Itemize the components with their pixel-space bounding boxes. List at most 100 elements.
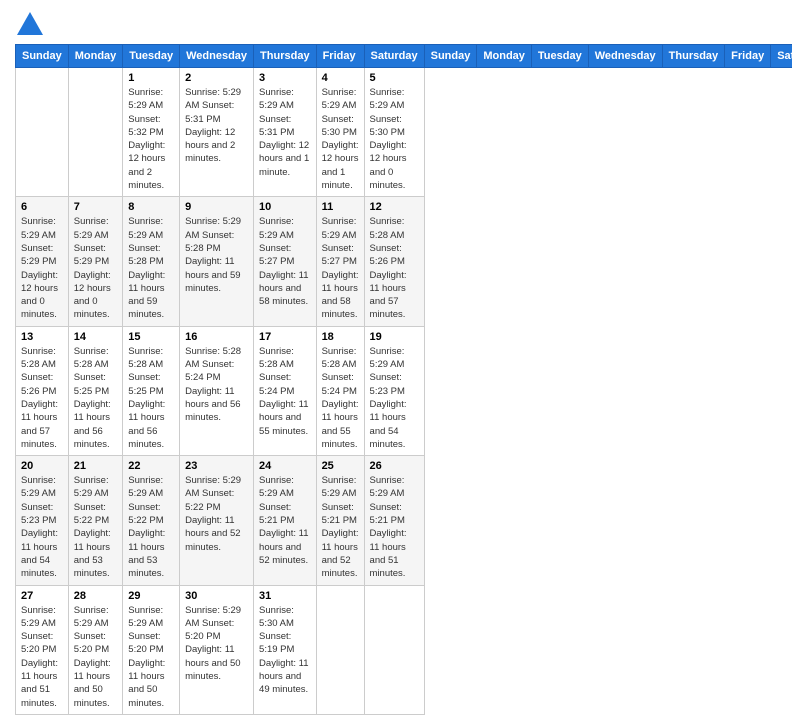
day-info: Sunrise: 5:29 AM Sunset: 5:22 PM Dayligh… xyxy=(128,474,174,580)
calendar-cell: 26 Sunrise: 5:29 AM Sunset: 5:21 PM Dayli… xyxy=(364,456,424,585)
day-info: Sunrise: 5:29 AM Sunset: 5:30 PM Dayligh… xyxy=(322,86,359,192)
calendar-cell: 24 Sunrise: 5:29 AM Sunset: 5:21 PM Dayli… xyxy=(254,456,317,585)
day-info: Sunrise: 5:28 AM Sunset: 5:25 PM Dayligh… xyxy=(128,345,174,451)
day-info: Sunrise: 5:29 AM Sunset: 5:27 PM Dayligh… xyxy=(259,215,311,308)
day-number: 7 xyxy=(74,201,118,213)
calendar-cell: 25Sunrise: 5:29 AM Sunset: 5:21 PM Dayli… xyxy=(316,456,364,585)
header-saturday: Saturday xyxy=(364,45,424,68)
header-wednesday: Wednesday xyxy=(180,45,254,68)
day-number: 19 xyxy=(370,331,419,343)
logo-icon xyxy=(15,10,45,40)
week-row-3: 13 Sunrise: 5:28 AM Sunset: 5:26 PM Dayli… xyxy=(16,326,792,455)
day-number: 24 xyxy=(259,460,311,472)
header-thursday: Thursday xyxy=(254,45,317,68)
day-number: 8 xyxy=(128,201,174,213)
calendar-cell xyxy=(364,585,424,714)
day-info: Sunrise: 5:29 AM Sunset: 5:20 PM Dayligh… xyxy=(74,604,118,710)
calendar-cell: 4Sunrise: 5:29 AM Sunset: 5:30 PM Daylig… xyxy=(316,68,364,197)
day-number: 25 xyxy=(322,460,359,472)
day-number: 30 xyxy=(185,590,248,602)
col-header-sunday: Sunday xyxy=(424,45,477,68)
calendar-cell: 16 Sunrise: 5:28 AM Sunset: 5:24 PM Dayli… xyxy=(180,326,254,455)
day-info: Sunrise: 5:29 AM Sunset: 5:30 PM Dayligh… xyxy=(370,86,419,192)
day-number: 12 xyxy=(370,201,419,213)
day-info: Sunrise: 5:29 AM Sunset: 5:31 PM Dayligh… xyxy=(259,86,311,179)
calendar-cell: 28 Sunrise: 5:29 AM Sunset: 5:20 PM Dayli… xyxy=(68,585,123,714)
day-number: 28 xyxy=(74,590,118,602)
calendar-cell: 27 Sunrise: 5:29 AM Sunset: 5:20 PM Dayli… xyxy=(16,585,69,714)
calendar-cell: 15Sunrise: 5:28 AM Sunset: 5:25 PM Dayli… xyxy=(123,326,180,455)
day-info: Sunrise: 5:29 AM Sunset: 5:23 PM Dayligh… xyxy=(370,345,419,451)
day-number: 9 xyxy=(185,201,248,213)
day-info: Sunrise: 5:29 AM Sunset: 5:21 PM Dayligh… xyxy=(370,474,419,580)
calendar-cell: 10 Sunrise: 5:29 AM Sunset: 5:27 PM Dayli… xyxy=(254,197,317,326)
day-info: Sunrise: 5:29 AM Sunset: 5:29 PM Dayligh… xyxy=(74,215,118,321)
day-info: Sunrise: 5:28 AM Sunset: 5:24 PM Dayligh… xyxy=(259,345,311,438)
col-header-wednesday: Wednesday xyxy=(588,45,662,68)
day-info: Sunrise: 5:28 AM Sunset: 5:24 PM Dayligh… xyxy=(185,345,248,425)
day-number: 11 xyxy=(322,201,359,213)
calendar-header-row: SundayMondayTuesdayWednesdayThursdayFrid… xyxy=(16,45,792,68)
day-number: 14 xyxy=(74,331,118,343)
calendar-cell xyxy=(16,68,69,197)
day-number: 31 xyxy=(259,590,311,602)
calendar-cell: 8 Sunrise: 5:29 AM Sunset: 5:28 PM Daylig… xyxy=(123,197,180,326)
day-number: 10 xyxy=(259,201,311,213)
calendar-cell: 12Sunrise: 5:28 AM Sunset: 5:26 PM Dayli… xyxy=(364,197,424,326)
col-header-thursday: Thursday xyxy=(662,45,725,68)
calendar-cell: 11 Sunrise: 5:29 AM Sunset: 5:27 PM Dayli… xyxy=(316,197,364,326)
header-sunday: Sunday xyxy=(16,45,69,68)
day-number: 18 xyxy=(322,331,359,343)
day-info: Sunrise: 5:29 AM Sunset: 5:22 PM Dayligh… xyxy=(185,474,248,554)
day-info: Sunrise: 5:28 AM Sunset: 5:26 PM Dayligh… xyxy=(21,345,63,451)
calendar-cell: 31 Sunrise: 5:30 AM Sunset: 5:19 PM Dayli… xyxy=(254,585,317,714)
calendar-cell: 1 Sunrise: 5:29 AM Sunset: 5:32 PM Daylig… xyxy=(123,68,180,197)
calendar-cell: 6Sunrise: 5:29 AM Sunset: 5:29 PM Daylig… xyxy=(16,197,69,326)
day-info: Sunrise: 5:29 AM Sunset: 5:28 PM Dayligh… xyxy=(128,215,174,321)
day-info: Sunrise: 5:29 AM Sunset: 5:20 PM Dayligh… xyxy=(21,604,63,710)
day-info: Sunrise: 5:29 AM Sunset: 5:20 PM Dayligh… xyxy=(185,604,248,684)
day-info: Sunrise: 5:29 AM Sunset: 5:21 PM Dayligh… xyxy=(259,474,311,567)
day-number: 16 xyxy=(185,331,248,343)
day-info: Sunrise: 5:29 AM Sunset: 5:27 PM Dayligh… xyxy=(322,215,359,321)
calendar-cell xyxy=(68,68,123,197)
col-header-monday: Monday xyxy=(477,45,532,68)
day-info: Sunrise: 5:29 AM Sunset: 5:31 PM Dayligh… xyxy=(185,86,248,166)
day-info: Sunrise: 5:29 AM Sunset: 5:32 PM Dayligh… xyxy=(128,86,174,192)
calendar-cell: 7 Sunrise: 5:29 AM Sunset: 5:29 PM Daylig… xyxy=(68,197,123,326)
calendar-cell: 29Sunrise: 5:29 AM Sunset: 5:20 PM Dayli… xyxy=(123,585,180,714)
calendar-cell: 9 Sunrise: 5:29 AM Sunset: 5:28 PM Daylig… xyxy=(180,197,254,326)
day-info: Sunrise: 5:29 AM Sunset: 5:28 PM Dayligh… xyxy=(185,215,248,295)
day-info: Sunrise: 5:30 AM Sunset: 5:19 PM Dayligh… xyxy=(259,604,311,697)
day-number: 23 xyxy=(185,460,248,472)
calendar-cell: 14Sunrise: 5:28 AM Sunset: 5:25 PM Dayli… xyxy=(68,326,123,455)
calendar-cell: 23 Sunrise: 5:29 AM Sunset: 5:22 PM Dayli… xyxy=(180,456,254,585)
calendar-cell: 3 Sunrise: 5:29 AM Sunset: 5:31 PM Daylig… xyxy=(254,68,317,197)
calendar-cell xyxy=(316,585,364,714)
calendar-cell: 19 Sunrise: 5:29 AM Sunset: 5:23 PM Dayli… xyxy=(364,326,424,455)
day-info: Sunrise: 5:29 AM Sunset: 5:22 PM Dayligh… xyxy=(74,474,118,580)
calendar-cell: 20 Sunrise: 5:29 AM Sunset: 5:23 PM Dayli… xyxy=(16,456,69,585)
day-info: Sunrise: 5:28 AM Sunset: 5:24 PM Dayligh… xyxy=(322,345,359,451)
day-number: 20 xyxy=(21,460,63,472)
header-friday: Friday xyxy=(316,45,364,68)
calendar-cell: 22Sunrise: 5:29 AM Sunset: 5:22 PM Dayli… xyxy=(123,456,180,585)
logo xyxy=(15,10,49,40)
col-header-friday: Friday xyxy=(725,45,771,68)
day-number: 13 xyxy=(21,331,63,343)
header-tuesday: Tuesday xyxy=(123,45,180,68)
day-info: Sunrise: 5:29 AM Sunset: 5:23 PM Dayligh… xyxy=(21,474,63,580)
week-row-2: 6 Sunrise: 5:29 AM Sunset: 5:29 PM Daylig… xyxy=(16,197,792,326)
calendar-cell: 2Sunrise: 5:29 AM Sunset: 5:31 PM Daylig… xyxy=(180,68,254,197)
day-number: 3 xyxy=(259,72,311,84)
day-number: 6 xyxy=(21,201,63,213)
calendar-cell: 30 Sunrise: 5:29 AM Sunset: 5:20 PM Dayli… xyxy=(180,585,254,714)
calendar-table: SundayMondayTuesdayWednesdayThursdayFrid… xyxy=(15,44,792,715)
day-number: 1 xyxy=(128,72,174,84)
day-number: 5 xyxy=(370,72,419,84)
day-number: 26 xyxy=(370,460,419,472)
col-header-tuesday: Tuesday xyxy=(531,45,588,68)
day-number: 27 xyxy=(21,590,63,602)
calendar-cell: 13 Sunrise: 5:28 AM Sunset: 5:26 PM Dayli… xyxy=(16,326,69,455)
page-header xyxy=(15,10,777,40)
